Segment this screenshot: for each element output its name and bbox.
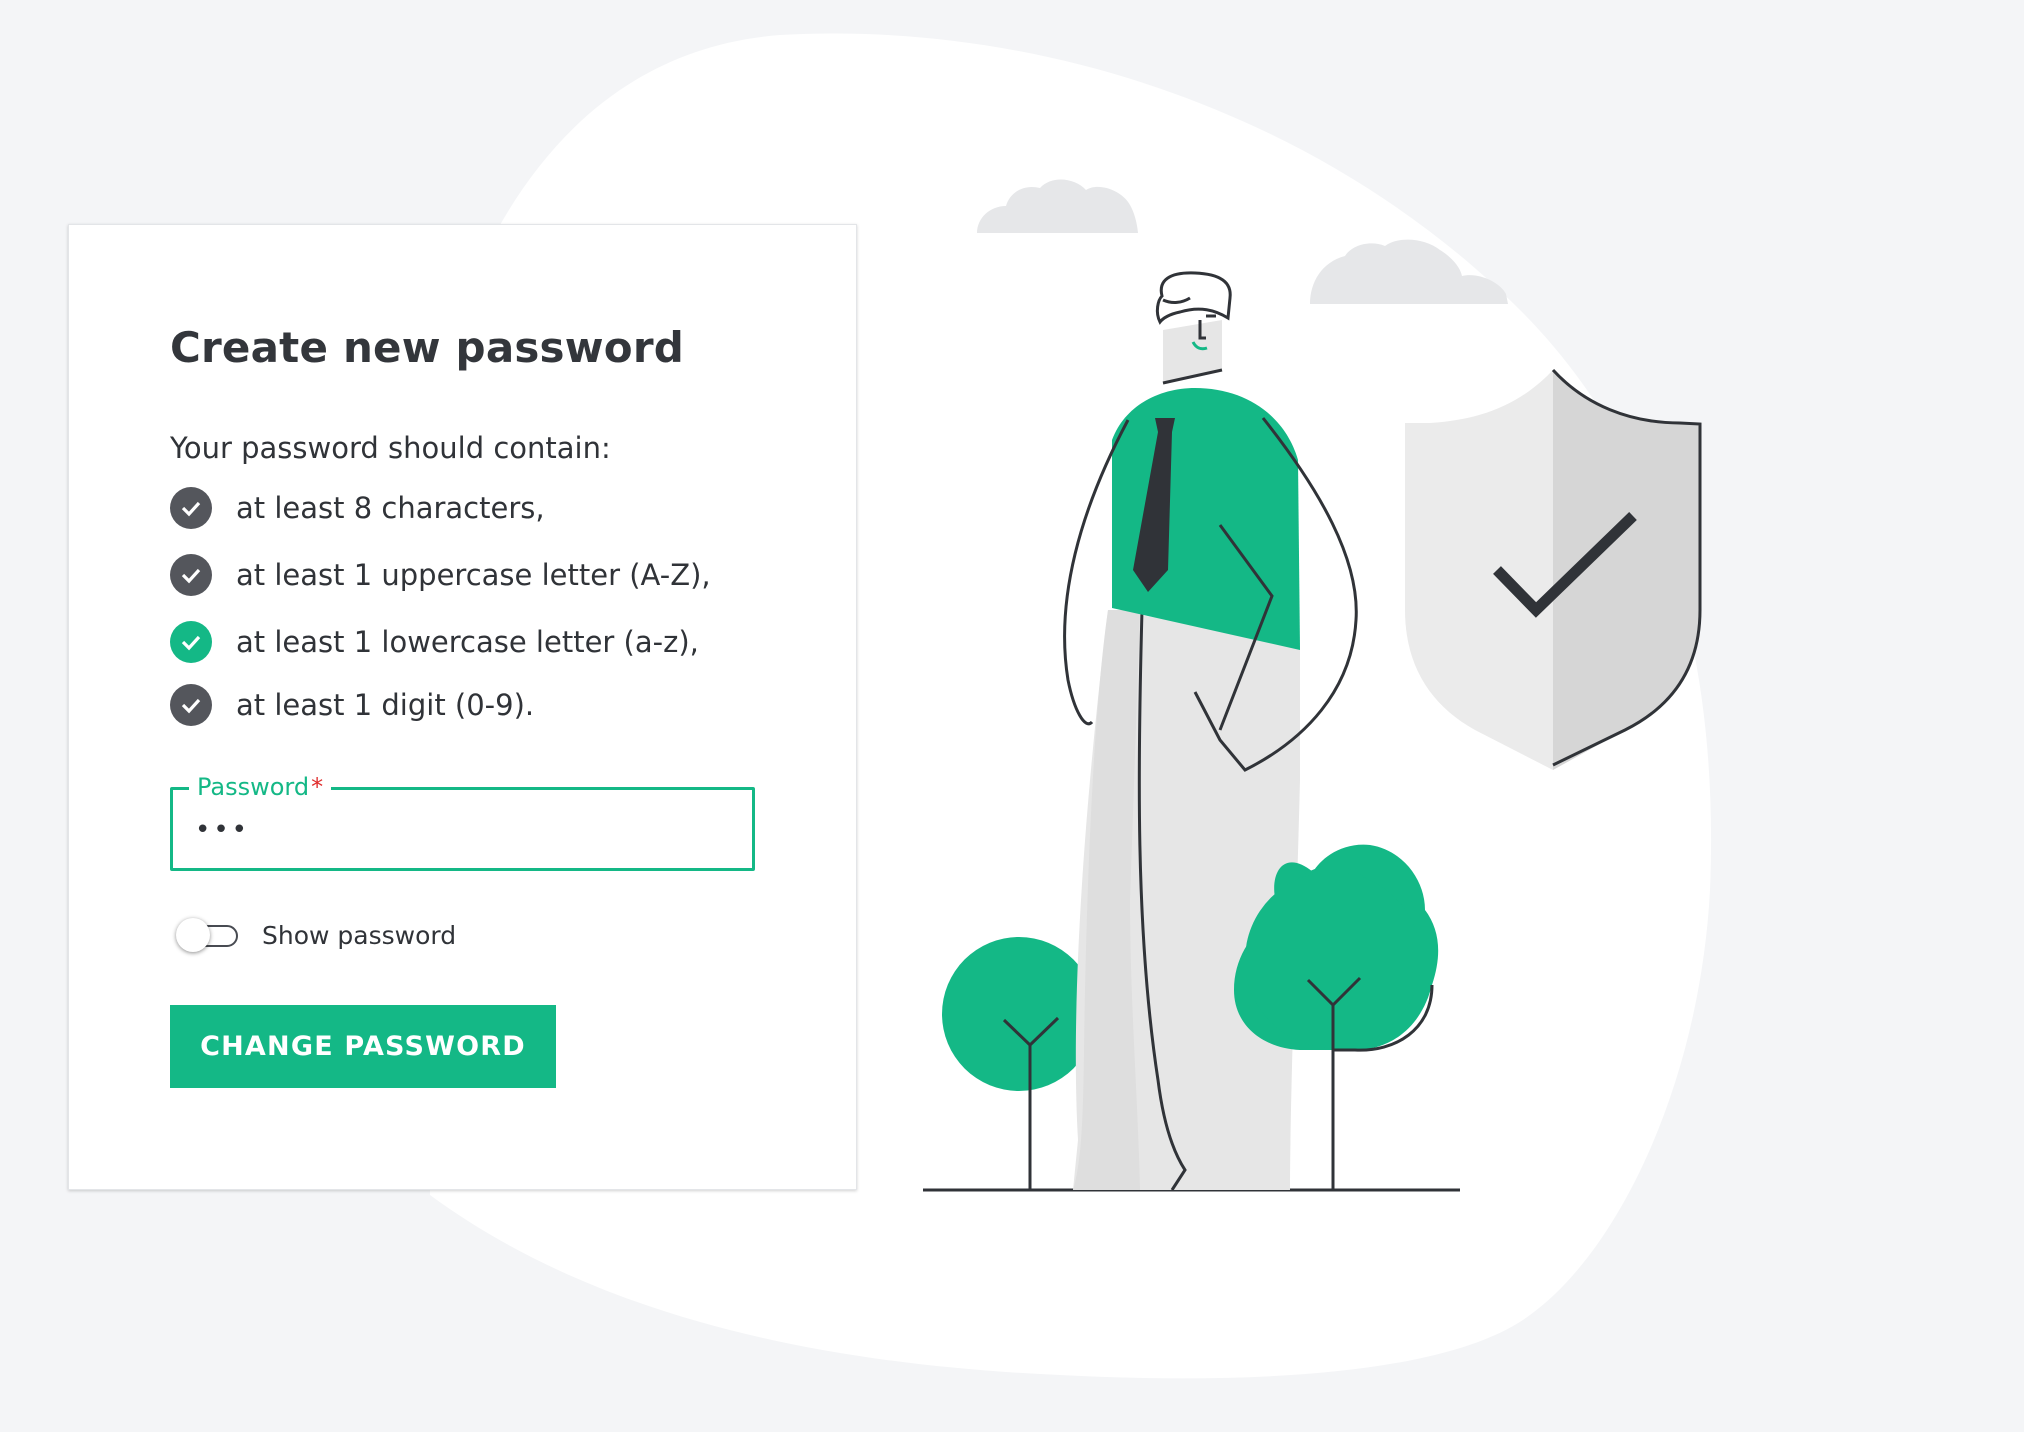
password-field-label: Password*	[189, 772, 332, 802]
cloud-left-icon	[977, 179, 1138, 233]
change-password-button[interactable]: CHANGE PASSWORD	[170, 1005, 556, 1088]
shield-icon	[1405, 368, 1702, 770]
requirement-min-length: at least 8 characters,	[170, 487, 545, 529]
check-circle-icon	[170, 684, 212, 726]
requirement-uppercase: at least 1 uppercase letter (A-Z),	[170, 554, 711, 596]
cloud-right-icon	[1310, 239, 1508, 304]
check-circle-icon	[170, 621, 212, 663]
password-field: Password*	[170, 772, 755, 871]
page-title: Create new password	[170, 323, 684, 372]
check-circle-icon	[170, 487, 212, 529]
password-card: Create new password Your password should…	[68, 224, 857, 1190]
requirements-intro: Your password should contain:	[170, 431, 611, 465]
requirement-digit: at least 1 digit (0-9).	[170, 684, 534, 726]
show-password-row: Show password	[176, 915, 456, 955]
requirement-text: at least 1 digit (0-9).	[236, 688, 535, 722]
show-password-toggle[interactable]	[176, 915, 242, 955]
requirement-lowercase: at least 1 lowercase letter (a-z),	[170, 621, 699, 663]
requirement-text: at least 8 characters,	[236, 491, 545, 525]
tree-left-icon	[942, 937, 1096, 1190]
check-circle-icon	[170, 554, 212, 596]
requirement-text: at least 1 uppercase letter (A-Z),	[236, 558, 711, 592]
person-figure-icon	[1063, 271, 1358, 1191]
show-password-label: Show password	[262, 920, 457, 950]
requirement-text: at least 1 lowercase letter (a-z),	[236, 625, 699, 659]
required-marker: *	[311, 773, 324, 801]
password-input[interactable]	[195, 810, 735, 850]
toggle-thumb	[176, 918, 210, 952]
